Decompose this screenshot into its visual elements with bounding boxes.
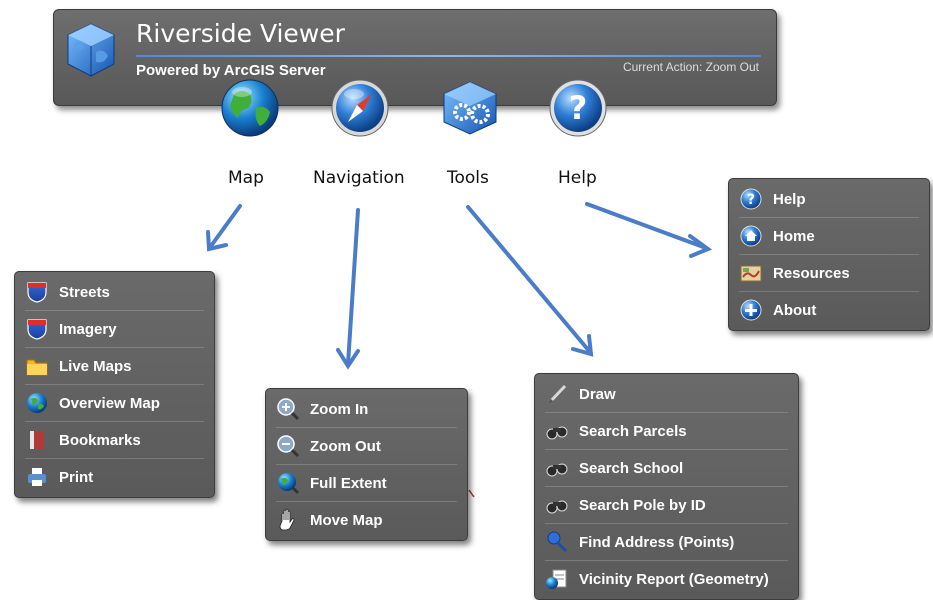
navigation-button[interactable] <box>330 78 390 138</box>
about-icon <box>739 298 763 322</box>
tools-menu: Draw Search Parcels Search School Search… <box>534 373 799 600</box>
globe-small-icon <box>25 391 49 415</box>
full-extent-icon <box>276 471 300 495</box>
svg-text:?: ? <box>747 192 755 208</box>
app-subtitle: Powered by ArcGIS Server <box>136 62 326 79</box>
navigation-menu: Zoom In Zoom Out Full Extent Move Map <box>265 388 468 541</box>
arrow-help-head <box>688 234 713 258</box>
resources-icon <box>739 261 763 285</box>
report-icon <box>545 567 569 591</box>
menu-item-search-pole-by-id[interactable]: Search Pole by ID <box>545 487 788 524</box>
menu-item-resources[interactable]: Resources <box>739 255 919 292</box>
menu-item-streets[interactable]: Streets <box>25 274 204 311</box>
zoom-in-icon <box>276 397 300 421</box>
menu-item-vicinity-report[interactable]: Vicinity Report (Geometry) <box>545 561 788 597</box>
bookmark-icon <box>25 428 49 452</box>
menu-item-draw[interactable]: Draw <box>545 376 788 413</box>
menu-item-search-parcels[interactable]: Search Parcels <box>545 413 788 450</box>
binoculars-icon <box>545 456 569 480</box>
app-header: Riverside Viewer Powered by ArcGIS Serve… <box>53 9 777 106</box>
shield-icon <box>25 317 49 341</box>
binoculars-icon <box>545 493 569 517</box>
menu-item-help[interactable]: ? Help <box>739 181 919 218</box>
menu-item-move-map[interactable]: Move Map <box>276 502 457 538</box>
app-title: Riverside Viewer <box>136 19 345 48</box>
arrow-help <box>585 202 708 250</box>
binoculars-icon <box>545 419 569 443</box>
arrow-map <box>209 204 242 248</box>
menu-item-bookmarks[interactable]: Bookmarks <box>25 422 204 459</box>
menu-item-about[interactable]: About <box>739 292 919 328</box>
toolbar-label-help[interactable]: Help <box>558 168 597 188</box>
tools-button[interactable] <box>440 78 500 138</box>
menu-item-zoom-out[interactable]: Zoom Out <box>276 428 457 465</box>
globe-icon <box>221 79 279 137</box>
gears-icon <box>443 81 497 135</box>
current-action-status: Current Action: Zoom Out <box>622 60 759 74</box>
question-icon: ? <box>549 79 607 137</box>
map-button[interactable] <box>220 78 280 138</box>
hand-icon <box>276 508 300 532</box>
arrow-map-head <box>206 230 228 252</box>
printer-icon <box>25 465 49 489</box>
menu-item-full-extent[interactable]: Full Extent <box>276 465 457 502</box>
arrow-tools-head <box>571 334 594 357</box>
toolbar-label-navigation[interactable]: Navigation <box>313 168 405 188</box>
toolbar-label-tools[interactable]: Tools <box>447 168 489 188</box>
help-button[interactable]: ? <box>548 78 608 138</box>
app-logo-icon <box>66 22 116 78</box>
arrow-navigation-head <box>336 348 360 370</box>
menu-item-zoom-in[interactable]: Zoom In <box>276 391 457 428</box>
menu-item-search-school[interactable]: Search School <box>545 450 788 487</box>
zoom-out-icon <box>276 434 300 458</box>
help-small-icon: ? <box>739 187 763 211</box>
folder-icon <box>25 354 49 378</box>
menu-item-print[interactable]: Print <box>25 459 204 495</box>
compass-icon <box>331 79 389 137</box>
menu-item-overview-map[interactable]: Overview Map <box>25 385 204 422</box>
map-menu: Streets Imagery Live Maps Overview Map B… <box>14 271 215 498</box>
shield-icon <box>25 280 49 304</box>
pencil-icon <box>545 382 569 406</box>
arrow-navigation <box>346 208 360 366</box>
menu-item-live-maps[interactable]: Live Maps <box>25 348 204 385</box>
toolbar-label-map[interactable]: Map <box>228 168 264 188</box>
menu-item-find-address[interactable]: Find Address (Points) <box>545 524 788 561</box>
menu-item-imagery[interactable]: Imagery <box>25 311 204 348</box>
arrow-tools <box>466 205 592 354</box>
header-divider <box>136 55 761 57</box>
home-icon <box>739 224 763 248</box>
menu-item-home[interactable]: Home <box>739 218 919 255</box>
pushpin-icon <box>545 530 569 554</box>
svg-text:?: ? <box>569 89 588 127</box>
help-menu: ? Help Home Resources About <box>728 178 930 331</box>
